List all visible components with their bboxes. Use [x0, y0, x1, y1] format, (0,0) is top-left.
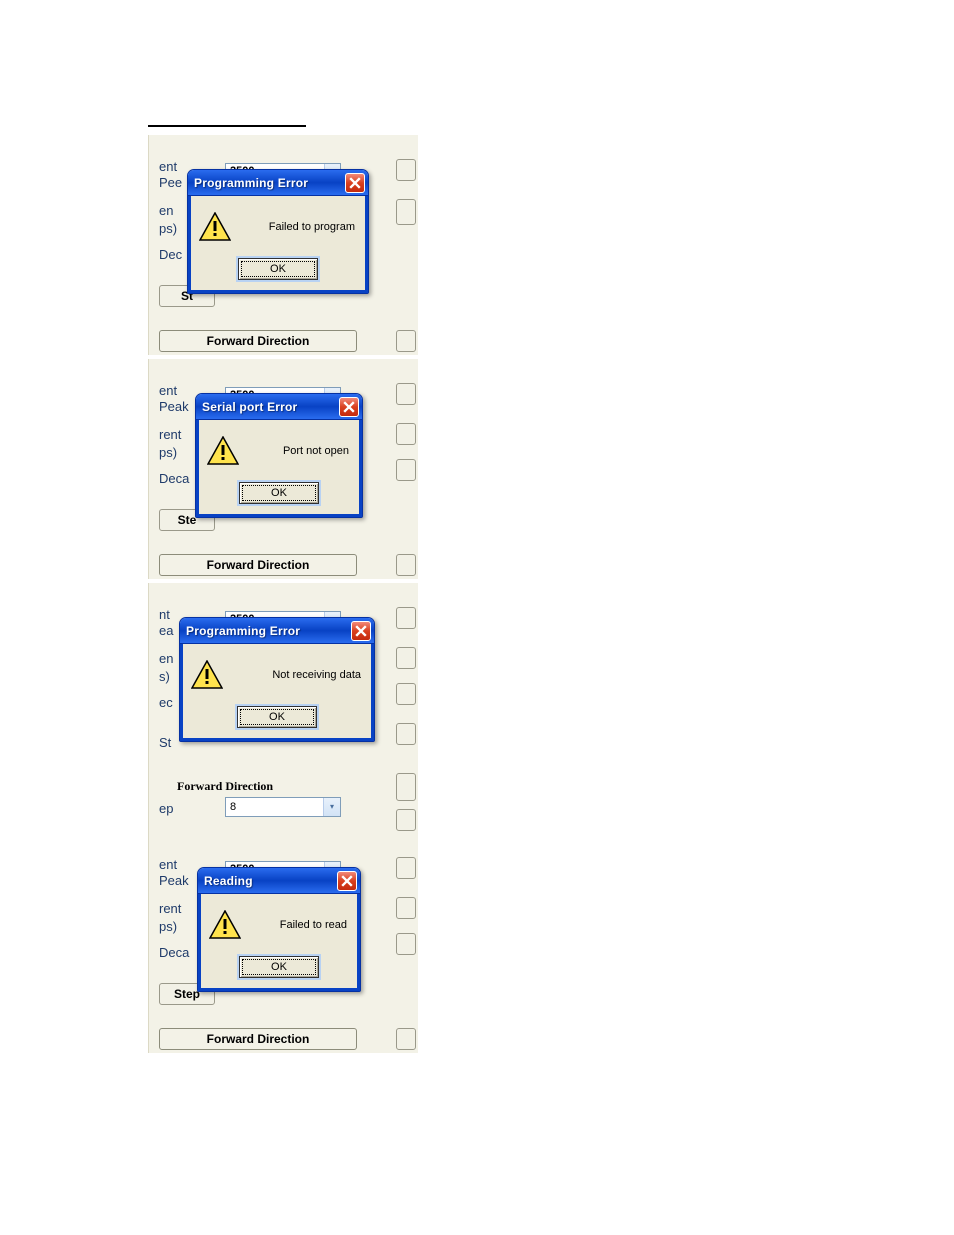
horizontal-rule: [148, 125, 306, 127]
warning-icon: [199, 212, 231, 242]
ok-label: OK: [270, 263, 286, 275]
bg-label: s): [159, 669, 170, 684]
side-button[interactable]: [396, 647, 416, 669]
bg-label: en: [159, 651, 173, 666]
bg-label: nt: [159, 607, 170, 622]
side-button[interactable]: [396, 933, 416, 955]
ok-button[interactable]: OK: [239, 956, 319, 978]
side-button[interactable]: [396, 683, 416, 705]
bg-label: rent: [159, 427, 181, 442]
bg-label: ec: [159, 695, 173, 710]
side-button[interactable]: [396, 554, 416, 576]
titlebar[interactable]: Programming Error: [188, 170, 368, 196]
side-button[interactable]: [396, 897, 416, 919]
dialog-message: Port not open: [249, 445, 351, 457]
bg-label: Peak: [159, 399, 189, 414]
side-button[interactable]: [396, 330, 416, 352]
side-button[interactable]: [396, 809, 416, 831]
dialog-message: Failed to program: [241, 221, 357, 233]
bg-label: ps): [159, 919, 177, 934]
ep-label: ep: [159, 801, 173, 816]
dialog-message: Not receiving data: [233, 669, 363, 681]
warning-icon: [209, 910, 241, 940]
dialog-title: Programming Error: [186, 624, 351, 638]
ok-button[interactable]: OK: [237, 706, 317, 728]
bg-label: Dec: [159, 247, 182, 262]
forward-direction-button[interactable]: Forward Direction: [159, 330, 357, 352]
close-icon[interactable]: [337, 871, 357, 891]
ok-label: OK: [271, 487, 287, 499]
bg-label: Deca: [159, 471, 189, 486]
close-icon[interactable]: [339, 397, 359, 417]
close-icon[interactable]: [345, 173, 365, 193]
side-button[interactable]: [396, 459, 416, 481]
fwd-label: Forward Direction: [207, 1032, 310, 1046]
bg-label: Deca: [159, 945, 189, 960]
background-panel-2: ent Peak rent ps) Deca Ste 2500 ▾ Forwar…: [148, 359, 418, 579]
programming-error-dialog: Programming Error Failed to program OK: [187, 169, 369, 294]
warning-icon: [207, 436, 239, 466]
side-button[interactable]: [396, 723, 416, 745]
close-icon[interactable]: [351, 621, 371, 641]
fwd-label: Forward Direction: [207, 334, 310, 348]
step-label: Ste: [178, 513, 197, 527]
ok-button[interactable]: OK: [238, 258, 318, 280]
dialog-message: Failed to read: [251, 919, 349, 931]
serial-port-error-dialog: Serial port Error Port not open OK: [195, 393, 363, 518]
forward-direction-button[interactable]: Forward Direction: [159, 1028, 357, 1050]
background-panel-3: nt ea en s) ec St 2500 ▾ Forward Directi…: [148, 583, 418, 833]
ok-button[interactable]: OK: [239, 482, 319, 504]
side-button[interactable]: [396, 159, 416, 181]
side-button[interactable]: [396, 607, 416, 629]
bg-label: ps): [159, 445, 177, 460]
bg-label: Peak: [159, 873, 189, 888]
ep-combo-value: 8: [230, 801, 236, 813]
bg-label: en: [159, 203, 173, 218]
warning-icon: [191, 660, 223, 690]
bg-label: Pee: [159, 175, 182, 190]
bg-label: rent: [159, 901, 181, 916]
titlebar[interactable]: Serial port Error: [196, 394, 362, 420]
side-button[interactable]: [396, 1028, 416, 1050]
fwd-label-text: Forward Direction: [177, 779, 273, 794]
bg-label: ent: [159, 159, 177, 174]
bg-label: St: [159, 735, 171, 750]
dialog-body: Port not open OK: [196, 420, 362, 517]
chevron-down-icon[interactable]: ▾: [323, 798, 340, 816]
bg-label: ea: [159, 623, 173, 638]
ok-label: OK: [269, 711, 285, 723]
ep-combo[interactable]: 8 ▾: [225, 797, 341, 817]
reading-dialog: Reading Failed to read OK: [197, 867, 361, 992]
background-panel-1: ent Pee en ps) Dec St 2500 ▾ Forward Dir…: [148, 135, 418, 355]
programming-error-dialog-2: Programming Error Not receiving data OK: [179, 617, 375, 742]
panel-stack: ent Pee en ps) Dec St 2500 ▾ Forward Dir…: [148, 135, 418, 1053]
dialog-body: Failed to program OK: [188, 196, 368, 293]
dialog-body: Not receiving data OK: [180, 644, 374, 741]
dialog-title: Programming Error: [194, 176, 345, 190]
titlebar[interactable]: Programming Error: [180, 618, 374, 644]
bg-label: ent: [159, 857, 177, 872]
bg-label: ps): [159, 221, 177, 236]
background-panel-4: ent Peak rent ps) Deca Step 2500 ▾ Forwa…: [148, 833, 418, 1053]
titlebar[interactable]: Reading: [198, 868, 360, 894]
bg-label: ent: [159, 383, 177, 398]
dialog-body: Failed to read OK: [198, 894, 360, 991]
side-button[interactable]: [396, 199, 416, 225]
dialog-title: Reading: [204, 874, 337, 888]
dialog-title: Serial port Error: [202, 400, 339, 414]
side-button[interactable]: [396, 423, 416, 445]
side-button[interactable]: [396, 773, 416, 801]
fwd-label: Forward Direction: [207, 558, 310, 572]
side-button[interactable]: [396, 383, 416, 405]
side-button[interactable]: [396, 857, 416, 879]
forward-direction-button[interactable]: Forward Direction: [159, 554, 357, 576]
ok-label: OK: [271, 961, 287, 973]
